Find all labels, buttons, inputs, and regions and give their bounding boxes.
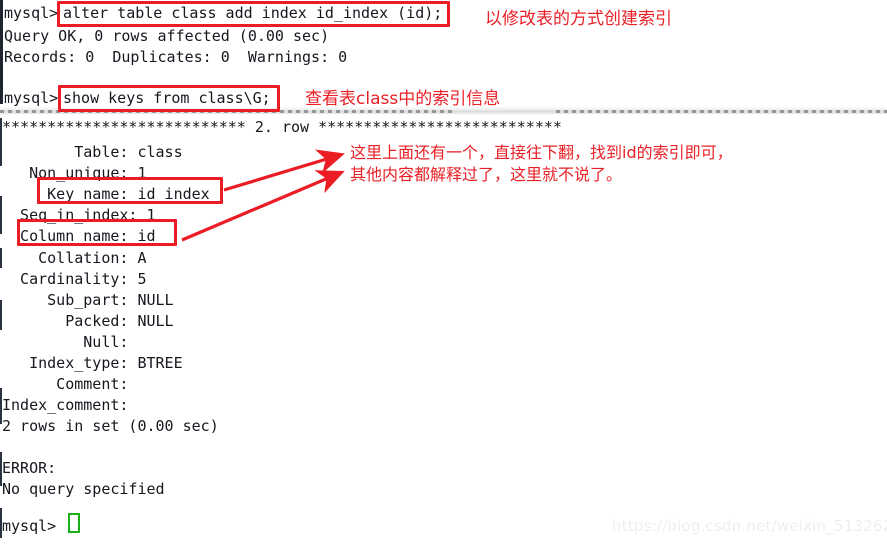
field-column-name: Column_name: id <box>2 227 156 245</box>
rows-in-set-message: 2 rows in set (0.00 sec) <box>2 417 219 435</box>
error-message: No query specified <box>2 480 165 498</box>
field-null: Null: <box>2 333 129 351</box>
field-packed: Packed: NULL <box>2 312 174 330</box>
console-left-border-seg-3 <box>0 248 2 268</box>
field-index-comment: Index_comment: <box>2 396 129 414</box>
field-table: Table: class <box>2 143 183 161</box>
sql-command-alter: alter table class add index id_index (id… <box>63 4 443 22</box>
annotation-scroll-hint-line1: 这里上面还有一个，直接往下翻，找到id的索引即可， <box>350 143 733 162</box>
field-seq-in-index: Seq_in_index: 1 <box>2 206 156 224</box>
field-comment: Comment: <box>2 375 129 393</box>
seam-dash-right <box>556 110 887 113</box>
annotation-view-index-info: 查看表class中的索引信息 <box>305 89 501 109</box>
field-key-name: Key_name: id_index <box>2 185 210 203</box>
prompt-label-1: mysql> <box>4 4 59 22</box>
console-left-border-seg-6 <box>0 452 2 486</box>
row-header-separator: *************************** 2. row *****… <box>2 118 562 136</box>
annotation-scroll-hint-line2: 其他内容都解释过了，这里就不说了。 <box>350 165 623 184</box>
console-left-border-top <box>0 0 3 104</box>
console-left-border-seg-5 <box>0 388 2 424</box>
error-label: ERROR: <box>2 459 57 477</box>
terminal-cursor <box>68 513 80 533</box>
field-index-type: Index_type: BTREE <box>2 354 183 372</box>
query-ok-message: Query OK, 0 rows affected (0.00 sec) <box>4 27 330 45</box>
console-left-border-seg-7 <box>0 508 2 538</box>
console-left-border-seg-4 <box>0 300 2 330</box>
terminal-console: mysql> alter table class add index id_in… <box>0 0 887 548</box>
annotation-create-index-method: 以修改表的方式创建索引 <box>485 9 672 29</box>
field-cardinality: Cardinality: 5 <box>2 270 147 288</box>
field-collation: Collation: A <box>2 249 147 267</box>
records-summary: Records: 0 Duplicates: 0 Warnings: 0 <box>4 48 348 66</box>
console-left-border-seg-1 <box>0 118 2 166</box>
seam-dash-left <box>0 110 455 113</box>
blog-url-watermark: https://blog.csdn.net/weixin_51326240 <box>612 517 887 535</box>
field-non-unique: Non_unique: 1 <box>2 164 147 182</box>
prompt-label-3: mysql> <box>2 517 57 535</box>
field-sub-part: Sub_part: NULL <box>2 291 174 309</box>
console-left-border-seg-2 <box>0 196 2 234</box>
